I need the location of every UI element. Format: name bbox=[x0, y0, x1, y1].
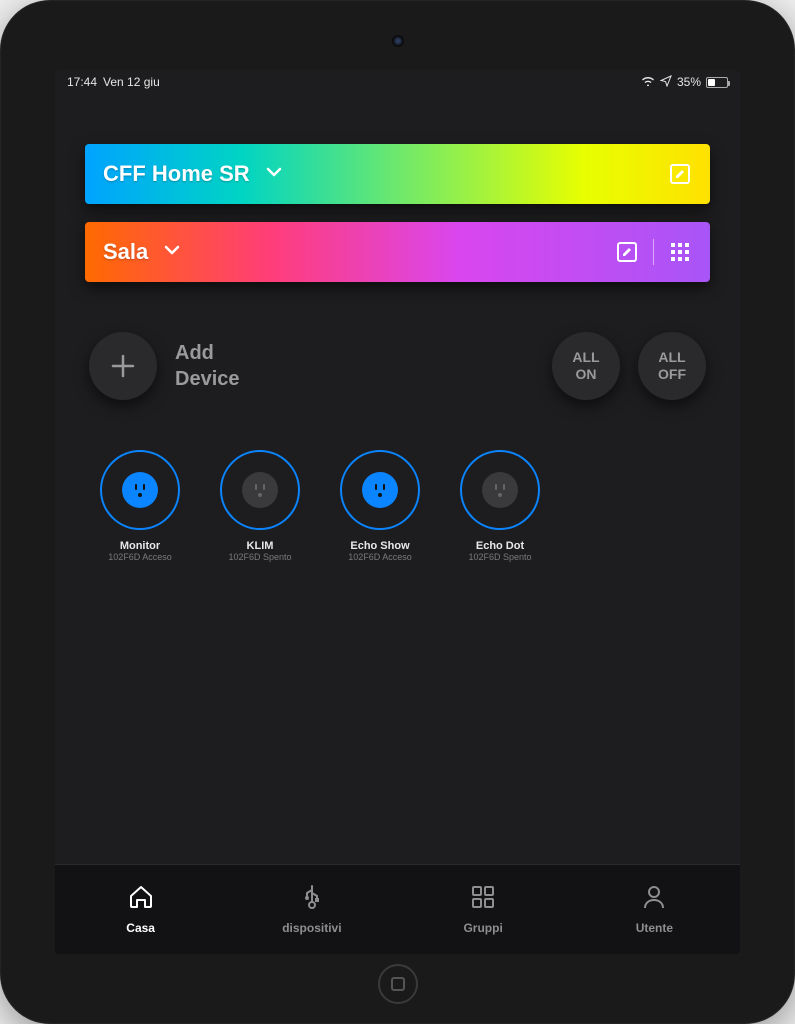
location-icon bbox=[660, 75, 672, 90]
device-ring bbox=[100, 450, 180, 530]
outlet-icon bbox=[482, 472, 518, 508]
status-time: 17:44 bbox=[67, 75, 97, 89]
tab-label: Gruppi bbox=[463, 921, 502, 935]
room-selector[interactable]: Sala bbox=[85, 222, 710, 282]
tab-label: Casa bbox=[126, 921, 155, 935]
status-date: Ven 12 giu bbox=[103, 75, 160, 89]
device-name: Monitor bbox=[120, 540, 160, 552]
battery-icon bbox=[706, 77, 728, 88]
device-echo-dot[interactable]: Echo Dot 102F6D Spento bbox=[449, 450, 551, 562]
tab-bar: Casa dispositivi Gruppi Utente bbox=[55, 864, 740, 954]
controls-row: Add Device ALLON ALLOFF bbox=[89, 332, 706, 400]
divider bbox=[653, 239, 654, 265]
outlet-icon bbox=[362, 472, 398, 508]
device-status: 102F6D Spento bbox=[228, 552, 291, 562]
device-status: 102F6D Acceso bbox=[348, 552, 412, 562]
outlet-icon bbox=[122, 472, 158, 508]
add-device-label: Add Device bbox=[175, 340, 240, 392]
screen: 17:44 Ven 12 giu 35% CFF Home SR bbox=[55, 70, 740, 954]
groups-icon bbox=[470, 884, 496, 913]
outlet-icon bbox=[242, 472, 278, 508]
tab-groups[interactable]: Gruppi bbox=[398, 884, 569, 935]
tab-home[interactable]: Casa bbox=[55, 884, 226, 935]
home-selector[interactable]: CFF Home SR bbox=[85, 144, 710, 204]
home-icon bbox=[128, 884, 154, 913]
room-name: Sala bbox=[103, 239, 148, 265]
usb-icon bbox=[299, 884, 325, 913]
device-name: KLIM bbox=[247, 540, 274, 552]
device-monitor[interactable]: Monitor 102F6D Acceso bbox=[89, 450, 191, 562]
battery-percent: 35% bbox=[677, 75, 701, 89]
device-ring bbox=[340, 450, 420, 530]
grid-view-button[interactable] bbox=[668, 240, 692, 264]
status-bar: 17:44 Ven 12 giu 35% bbox=[55, 70, 740, 94]
tab-label: dispositivi bbox=[282, 921, 341, 935]
device-ring bbox=[460, 450, 540, 530]
tab-devices[interactable]: dispositivi bbox=[226, 884, 397, 935]
content-area: CFF Home SR Sala bbox=[55, 94, 740, 864]
add-device-button[interactable] bbox=[89, 332, 157, 400]
device-klim[interactable]: KLIM 102F6D Spento bbox=[209, 450, 311, 562]
device-echo-show[interactable]: Echo Show 102F6D Acceso bbox=[329, 450, 431, 562]
chevron-down-icon bbox=[162, 240, 182, 265]
user-icon bbox=[641, 884, 667, 913]
device-status: 102F6D Spento bbox=[468, 552, 531, 562]
ipad-home-button[interactable] bbox=[378, 964, 418, 1004]
tab-user[interactable]: Utente bbox=[569, 884, 740, 935]
home-name: CFF Home SR bbox=[103, 161, 250, 187]
ipad-frame: 17:44 Ven 12 giu 35% CFF Home SR bbox=[0, 0, 795, 1024]
wifi-icon bbox=[641, 75, 655, 89]
device-ring bbox=[220, 450, 300, 530]
edit-home-button[interactable] bbox=[668, 162, 692, 186]
device-name: Echo Dot bbox=[476, 540, 524, 552]
all-off-button[interactable]: ALLOFF bbox=[638, 332, 706, 400]
camera-dot bbox=[392, 35, 404, 47]
device-name: Echo Show bbox=[350, 540, 409, 552]
all-on-button[interactable]: ALLON bbox=[552, 332, 620, 400]
chevron-down-icon bbox=[264, 162, 284, 187]
device-grid: Monitor 102F6D Acceso KLIM 102F6D Spento bbox=[89, 450, 706, 562]
device-status: 102F6D Acceso bbox=[108, 552, 172, 562]
edit-room-button[interactable] bbox=[615, 240, 639, 264]
tab-label: Utente bbox=[636, 921, 673, 935]
